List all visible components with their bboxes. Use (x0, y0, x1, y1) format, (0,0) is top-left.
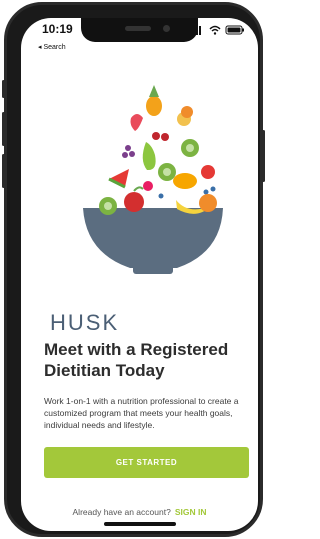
apple-leaf (133, 186, 144, 192)
page-description: Work 1-on-1 with a nutrition professiona… (44, 396, 239, 430)
get-started-button[interactable]: GET STARTED (44, 447, 249, 478)
pineapple-leaves (149, 85, 159, 97)
bowl-shape (83, 208, 223, 268)
blueberry-3 (158, 193, 164, 199)
app-screen: 10:19 ◂ Search HUSK Meet with a Register… (21, 18, 258, 531)
pear (142, 142, 156, 171)
mango (173, 173, 197, 189)
signal-icon (190, 26, 201, 35)
volume-up-button (2, 112, 5, 146)
cherry-left (152, 132, 160, 140)
bowl-base (133, 265, 173, 274)
notch (81, 18, 198, 42)
sign-in-link[interactable]: SIGN IN (175, 507, 207, 517)
grape-3 (122, 152, 128, 158)
fruit-bowl-illustration (83, 85, 223, 274)
speaker (125, 26, 151, 31)
blueberry-1 (210, 186, 216, 192)
grape-1 (125, 145, 131, 151)
kiwi-left-inner (104, 202, 112, 210)
pineapple-body (146, 96, 162, 116)
volume-down-button (2, 154, 5, 188)
raspberry (143, 181, 153, 191)
power-button (262, 130, 265, 182)
phone-frame: 10:19 ◂ Search HUSK Meet with a Register… (4, 2, 263, 537)
page-title: Meet with a Registered Dietitian Today (44, 340, 229, 380)
status-time: 10:19 (42, 22, 73, 36)
signin-row: Already have an account? SIGN IN (21, 507, 258, 517)
orange-top (181, 106, 193, 118)
husk-logo: HUSK (50, 310, 120, 335)
home-indicator (104, 522, 176, 526)
camera (163, 25, 170, 32)
blueberry-2 (203, 189, 209, 195)
cherry-right (161, 133, 169, 141)
account-prompt: Already have an account? (72, 507, 171, 517)
strawberry (130, 114, 143, 131)
back-to-search-link[interactable]: ◂ Search (38, 43, 66, 51)
status-icons (190, 25, 244, 35)
mute-switch (2, 80, 5, 98)
tomato (201, 165, 215, 179)
apple (124, 192, 144, 212)
kiwi-center-inner (163, 168, 171, 176)
grape-2 (129, 151, 135, 157)
kiwi-right-center (186, 144, 194, 152)
orange-bottom (199, 194, 217, 212)
wifi-icon (209, 25, 221, 35)
battery-icon (225, 25, 244, 35)
